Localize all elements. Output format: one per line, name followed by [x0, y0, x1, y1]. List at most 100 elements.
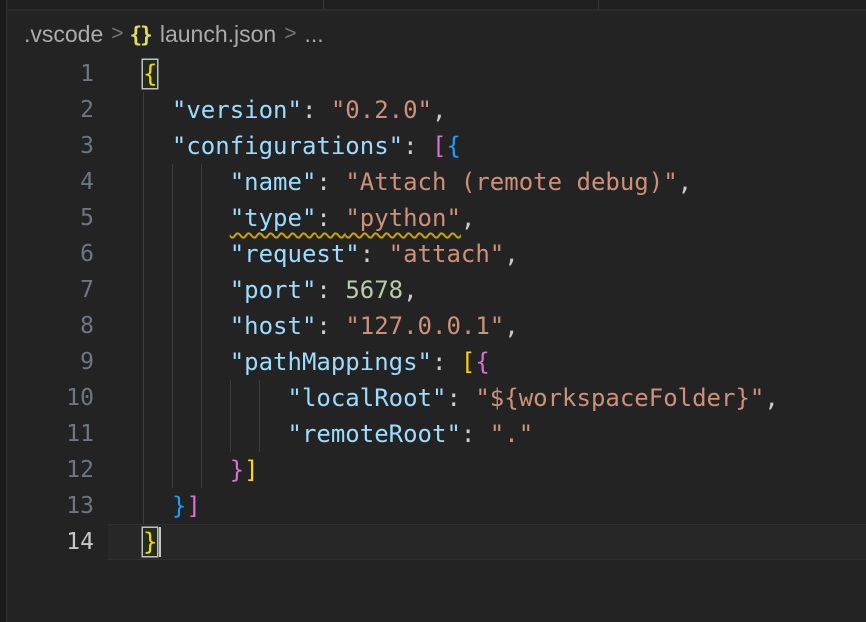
breadcrumb-symbol-more[interactable]: ...: [302, 21, 325, 48]
code-line[interactable]: 3 "configurations": [{: [8, 128, 866, 164]
indent-guide: [143, 128, 144, 164]
indent-guide: [201, 272, 202, 308]
code-token: :: [316, 276, 345, 304]
line-number[interactable]: 9: [8, 344, 108, 380]
warning-squiggle: "type": "python": [230, 204, 461, 232]
code-line-content: "host": "127.0.0.1",: [108, 308, 866, 344]
code-line[interactable]: 9 "pathMappings": [{: [8, 344, 866, 380]
code-line[interactable]: 10 "localRoot": "${workspaceFolder}",: [8, 380, 866, 416]
code-token: "${workspaceFolder}": [475, 384, 764, 412]
code-line[interactable]: 8 "host": "127.0.0.1",: [8, 308, 866, 344]
line-number[interactable]: 8: [8, 308, 108, 344]
code-token: "localRoot": [288, 384, 447, 412]
indent-guide: [172, 272, 173, 308]
indent-guide: [201, 308, 202, 344]
indent-guide: [143, 308, 144, 344]
code-token: "Attach (remote debug)": [345, 168, 677, 196]
code-token: "host": [230, 312, 317, 340]
code-token: ]: [186, 492, 200, 520]
line-number[interactable]: 3: [8, 128, 108, 164]
indent-guide: [143, 452, 144, 488]
code-token: :: [316, 204, 345, 232]
text-cursor: [159, 527, 161, 557]
code-line-content: "localRoot": "${workspaceFolder}",: [108, 380, 866, 416]
indent-guide: [201, 164, 202, 200]
line-number[interactable]: 13: [8, 488, 108, 524]
indent-guide: [230, 380, 231, 416]
line-number[interactable]: 4: [8, 164, 108, 200]
code-line[interactable]: 1{: [8, 56, 866, 92]
code-token: ,: [403, 276, 417, 304]
code-token: "port": [230, 276, 317, 304]
indent-guide: [143, 488, 144, 524]
line-number[interactable]: 6: [8, 236, 108, 272]
code-token: :: [360, 240, 389, 268]
code-line[interactable]: 12 }]: [8, 452, 866, 488]
code-line-content: "port": 5678,: [108, 272, 866, 308]
code-token: ,: [504, 240, 518, 268]
code-line-content: "type": "python",: [108, 200, 866, 236]
line-number[interactable]: 10: [8, 380, 108, 416]
code-token: ,: [461, 204, 475, 232]
chevron-right-icon: >: [105, 22, 129, 48]
code-token: }: [172, 492, 186, 520]
code-line-content: "request": "attach",: [108, 236, 866, 272]
sidebar-edge: [0, 0, 7, 622]
indent-guide: [143, 92, 144, 128]
indent-guide: [172, 416, 173, 452]
code-line[interactable]: 6 "request": "attach",: [8, 236, 866, 272]
code-token: :: [316, 312, 345, 340]
breadcrumb: .vscode > {} launch.json > ...: [8, 13, 866, 56]
tab-bar-edge: [8, 0, 866, 11]
code-line[interactable]: 13 }]: [8, 488, 866, 524]
indent-guide: [201, 416, 202, 452]
indent-guide: [201, 380, 202, 416]
code-line[interactable]: 4 "name": "Attach (remote debug)",: [8, 164, 866, 200]
code-token: ,: [764, 384, 778, 412]
bracket-match: {: [143, 60, 157, 88]
breadcrumb-file[interactable]: launch.json: [158, 21, 278, 48]
indent-guide: [201, 200, 202, 236]
code-token: :: [403, 132, 432, 160]
vscode-editor-window: .vscode > {} launch.json > ... 1{2 "vers…: [0, 0, 866, 622]
indent-guide: [172, 236, 173, 272]
code-token: {: [475, 348, 489, 376]
indent-guide: [172, 452, 173, 488]
line-number[interactable]: 14: [8, 524, 108, 560]
indent-guide: [143, 272, 144, 308]
code-token: "python": [345, 204, 461, 232]
code-token: ,: [504, 312, 518, 340]
code-line[interactable]: 2 "version": "0.2.0",: [8, 92, 866, 128]
code-line[interactable]: 7 "port": 5678,: [8, 272, 866, 308]
code-token: "request": [230, 240, 360, 268]
code-token: :: [432, 348, 461, 376]
indent-guide: [172, 200, 173, 236]
json-file-icon: {}: [130, 23, 151, 47]
code-token: "name": [230, 168, 317, 196]
bracket-match: }: [143, 528, 157, 556]
line-number[interactable]: 7: [8, 272, 108, 308]
line-number[interactable]: 1: [8, 56, 108, 92]
chevron-right-icon: >: [278, 22, 302, 48]
code-line-content: }: [108, 524, 866, 560]
line-number[interactable]: 12: [8, 452, 108, 488]
code-line[interactable]: 5 "type": "python",: [8, 200, 866, 236]
code-token: :: [302, 96, 331, 124]
indent-guide: [143, 416, 144, 452]
indent-guide: [201, 344, 202, 380]
code-line[interactable]: 11 "remoteRoot": ".": [8, 416, 866, 452]
code-token: :: [316, 168, 345, 196]
code-line[interactable]: 14}: [8, 524, 866, 560]
indent-guide: [143, 164, 144, 200]
code-token: ]: [244, 456, 258, 484]
line-number[interactable]: 5: [8, 200, 108, 236]
indent-guide: [259, 380, 260, 416]
code-token: "attach": [389, 240, 505, 268]
breadcrumb-folder[interactable]: .vscode: [22, 21, 105, 48]
indent-guide: [143, 380, 144, 416]
indent-guide: [259, 416, 260, 452]
line-number[interactable]: 11: [8, 416, 108, 452]
code-token: "version": [172, 96, 302, 124]
code-line-content: "remoteRoot": ".": [108, 416, 866, 452]
line-number[interactable]: 2: [8, 92, 108, 128]
